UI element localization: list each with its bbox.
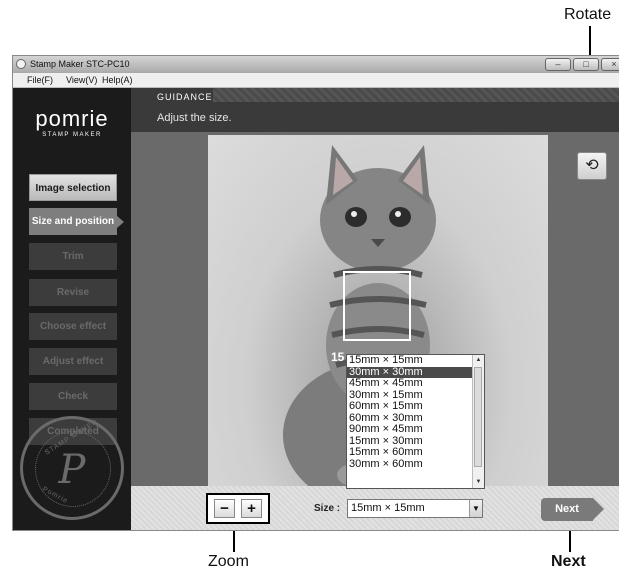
window-controls: – □ × [545,58,619,71]
menu-view[interactable]: View(V) [66,73,97,87]
step-image-selection[interactable]: Image selection [29,174,117,201]
zoom-callout: Zoom [208,553,249,570]
menu-file[interactable]: File(F) [27,73,53,87]
zoom-controls: − + [206,493,270,524]
size-option[interactable]: 45mm × 45mm [347,377,484,390]
minimize-button[interactable]: – [545,58,571,71]
scroll-down-icon[interactable]: ▼ [473,477,484,488]
next-button[interactable]: Next [541,498,604,521]
dropdown-scrollbar[interactable]: ▲ ▼ [472,355,484,488]
scroll-up-icon[interactable]: ▲ [473,355,484,366]
size-select-value: 15mm × 15mm [351,502,425,514]
app-icon [16,59,26,69]
bottom-toolbar: − + Size : 15mm × 15mm ▼ Next [131,486,619,530]
step-check: Check [29,383,117,410]
guidance-panel: GUIDANCE Adjust the size. [131,88,619,132]
zoom-out-button[interactable]: − [214,499,235,518]
rotate-icon: ⟲ [585,157,599,174]
chevron-down-icon[interactable]: ▼ [469,500,482,517]
size-label: Size : [314,503,341,514]
menu-help[interactable]: Help(A) [102,73,133,87]
guidance-label: GUIDANCE [157,92,213,102]
logo-subtitle: STAMP MAKER [42,132,102,138]
window-title: Stamp Maker STC-PC10 [30,59,130,69]
maximize-button[interactable]: □ [573,58,599,71]
title-bar: Stamp Maker STC-PC10 – □ × [13,56,619,73]
step-adjust-effect: Adjust effect [29,348,117,375]
size-preview-text: 15 [331,350,345,364]
size-option[interactable]: 15mm × 15mm [347,354,484,367]
rotate-callout: Rotate [564,6,612,23]
stamp-seal-logo: STAMP MAKER P Pomrie [20,416,124,520]
guidance-text: Adjust the size. [157,112,232,124]
app-window: Stamp Maker STC-PC10 – □ × File(F) View(… [12,55,619,531]
close-button[interactable]: × [601,58,619,71]
logo: pomrie [35,106,109,131]
size-option[interactable]: 30mm × 60mm [347,458,484,471]
size-option[interactable]: 90mm × 45mm [347,423,484,436]
rotate-button[interactable]: ⟲ [577,152,607,180]
step-revise: Revise [29,279,117,306]
size-select[interactable]: 15mm × 15mm ▼ [347,499,483,518]
zoom-in-button[interactable]: + [241,499,262,518]
next-callout: Next [551,553,586,570]
guidance-pattern [213,88,619,102]
sidebar: pomrie STAMP MAKER Image selection Size … [13,88,131,530]
size-dropdown-list[interactable]: 15mm × 15mm 30mm × 30mm 45mm × 45mm 30mm… [346,354,485,489]
step-size-and-position[interactable]: Size and position [29,208,124,235]
scroll-thumb[interactable] [474,367,482,467]
seal-letter: P [58,447,86,493]
step-choose-effect: Choose effect [29,313,117,340]
step-trim: Trim [29,243,117,270]
size-option[interactable]: 60mm × 15mm [347,400,484,413]
menu-bar: File(F) View(V) Help(A) [13,73,619,88]
size-selection-frame[interactable] [343,271,411,341]
size-option[interactable]: 15mm × 60mm [347,446,484,459]
